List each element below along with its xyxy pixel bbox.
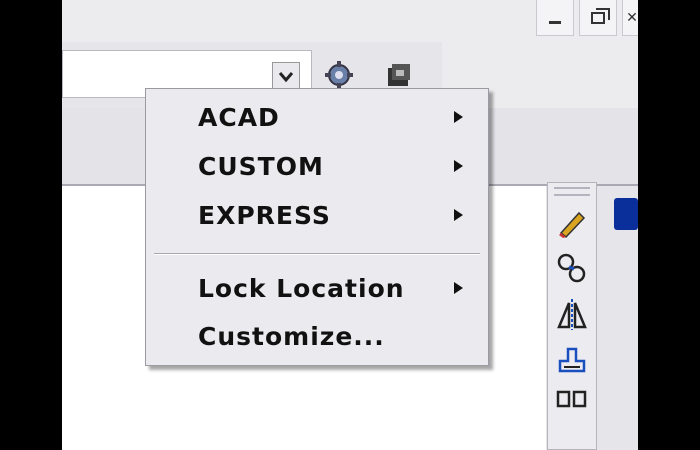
offset-tool-button[interactable] [554, 342, 590, 378]
menu-item-label: CUSTOM [198, 151, 324, 181]
array-tool-button[interactable] [554, 388, 590, 408]
submenu-arrow-icon [454, 111, 463, 123]
modify-toolbar [547, 182, 597, 450]
restore-icon [591, 7, 610, 24]
minimize-button[interactable] [536, 0, 574, 36]
submenu-arrow-icon [454, 282, 463, 294]
menu-item-label: ACAD [198, 102, 280, 132]
restore-button[interactable] [579, 0, 617, 36]
dropdown-arrow-icon [278, 72, 294, 83]
toolbar-grip[interactable] [554, 187, 590, 196]
pencil-tool-button[interactable] [554, 204, 590, 240]
close-icon: ✕ [626, 9, 638, 26]
settings-gear-icon [325, 61, 353, 89]
offset-icon [558, 347, 586, 373]
layer-tool-icon [388, 64, 410, 86]
settings-button[interactable] [324, 60, 354, 90]
mirror-tool-button[interactable] [554, 296, 590, 332]
menu-item-label: Lock Location [198, 273, 405, 303]
menu-item-custom[interactable]: CUSTOM [146, 146, 488, 186]
pencil-icon [559, 211, 586, 239]
properties-tab-icon[interactable] [614, 198, 638, 230]
copy-object-icon [557, 253, 586, 283]
menu-item-label: EXPRESS [198, 200, 331, 230]
layer-tool-button[interactable] [384, 60, 414, 90]
mirror-icon [557, 299, 587, 330]
menu-item-label: Customize... [198, 321, 385, 351]
array-icon [556, 390, 587, 408]
close-button[interactable]: ✕ [622, 0, 638, 36]
menu-item-acad[interactable]: ACAD [146, 97, 488, 137]
minimize-icon [549, 21, 561, 24]
menu-item-lock-location[interactable]: Lock Location [146, 268, 488, 308]
toolbar-context-menu: ACAD CUSTOM EXPRESS Lock Location Custom… [145, 88, 489, 366]
menu-item-express[interactable]: EXPRESS [146, 195, 488, 235]
menu-separator [154, 253, 480, 255]
submenu-arrow-icon [454, 209, 463, 221]
submenu-arrow-icon [454, 160, 463, 172]
menu-item-customize[interactable]: Customize... [146, 316, 488, 356]
copy-tool-button[interactable] [554, 250, 590, 286]
